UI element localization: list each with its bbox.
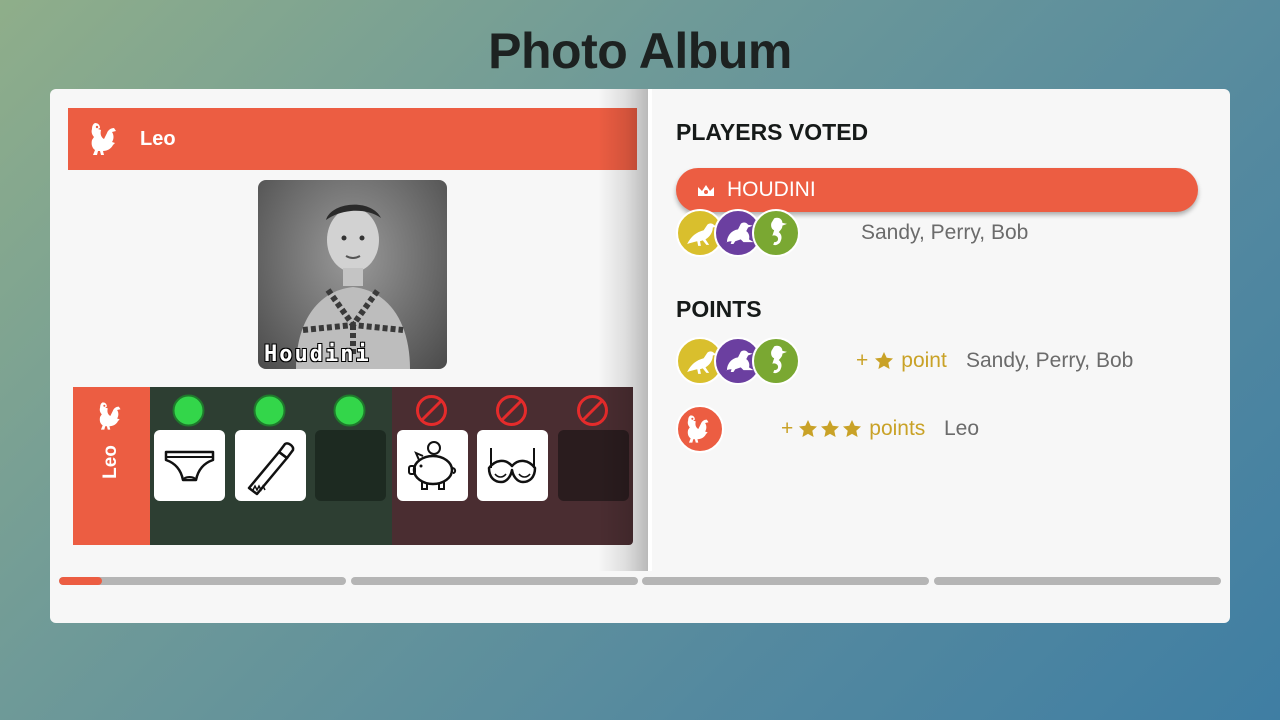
progress-segment: [642, 577, 929, 585]
points-plus: +: [781, 417, 794, 440]
progress-fill: [59, 577, 103, 585]
star-icon: [874, 351, 894, 371]
piggy-bank-icon: [408, 441, 457, 490]
voter-names: Sandy, Perry, Bob: [861, 221, 1029, 244]
green-check-circle-icon: [333, 394, 366, 427]
avatar-bob: [752, 337, 800, 385]
item-slot-piggy-bank[interactable]: [397, 430, 468, 501]
crown-icon: [698, 185, 714, 196]
green-check-circle-icon: [253, 394, 286, 427]
player-name: Leo: [140, 127, 176, 150]
item-slot-bra[interactable]: [477, 430, 548, 501]
progress-segment: [59, 577, 346, 585]
star-icon: [798, 419, 818, 439]
item-slot-briefs[interactable]: [154, 430, 225, 501]
good-items-group: [150, 387, 392, 545]
points-plus: +: [856, 349, 869, 372]
bad-items-group: [392, 387, 633, 545]
album-progress-bar: [59, 577, 1221, 585]
seahorse-icon: [754, 211, 798, 255]
page-title: Photo Album: [488, 23, 792, 79]
left-page: Leo Houdini Leo: [50, 89, 648, 571]
page-fold-shadow: [598, 89, 648, 571]
green-check-circle-icon: [172, 394, 205, 427]
photo-card[interactable]: Houdini: [258, 180, 447, 369]
bra-icon: [487, 448, 537, 484]
winning-answer-label: HOUDINI: [727, 178, 816, 201]
points-award-photographer: + points: [781, 417, 925, 441]
saw-icon: [247, 442, 295, 496]
item-slot-empty[interactable]: [315, 430, 386, 501]
houdini-photo-image: [296, 204, 410, 369]
rooster-icon: [86, 119, 126, 159]
winning-answer-bar: HOUDINI: [676, 168, 1198, 212]
rooster-icon: [678, 407, 722, 451]
points-avatars-photographer: [676, 405, 724, 453]
points-avatars-voters: [676, 337, 800, 385]
progress-segment: [351, 577, 638, 585]
briefs-icon: [164, 450, 215, 482]
avatar-leo: [676, 405, 724, 453]
seahorse-icon: [754, 339, 798, 383]
star-icon: [842, 419, 862, 439]
items-player-label: Leo: [100, 445, 121, 479]
points-unit: points: [869, 417, 926, 440]
items-player-tab: Leo: [73, 387, 150, 545]
points-unit: point: [901, 349, 947, 372]
no-entry-icon: [416, 395, 447, 426]
players-voted-title: PLAYERS VOTED: [676, 119, 869, 145]
voter-avatars: [676, 209, 800, 257]
points-title: POINTS: [676, 296, 762, 322]
item-slot-saw[interactable]: [235, 430, 306, 501]
photo-album-book: Leo Houdini Leo PLAYERS VOTED HOUDINI Sa…: [50, 89, 1230, 623]
progress-segment: [934, 577, 1221, 585]
photo-caption: Houdini: [264, 342, 371, 367]
avatar-bob: [752, 209, 800, 257]
no-entry-icon: [496, 395, 527, 426]
star-icon: [820, 419, 840, 439]
right-page: PLAYERS VOTED HOUDINI Sandy, Perry, Bob …: [652, 89, 1230, 571]
points-recipients: Sandy, Perry, Bob: [966, 349, 1134, 372]
player-header: Leo: [68, 108, 637, 170]
points-award-voters: + point: [856, 349, 947, 373]
rooster-icon: [95, 399, 129, 433]
points-recipients: Leo: [944, 417, 980, 440]
items-panel: Leo: [73, 387, 633, 545]
